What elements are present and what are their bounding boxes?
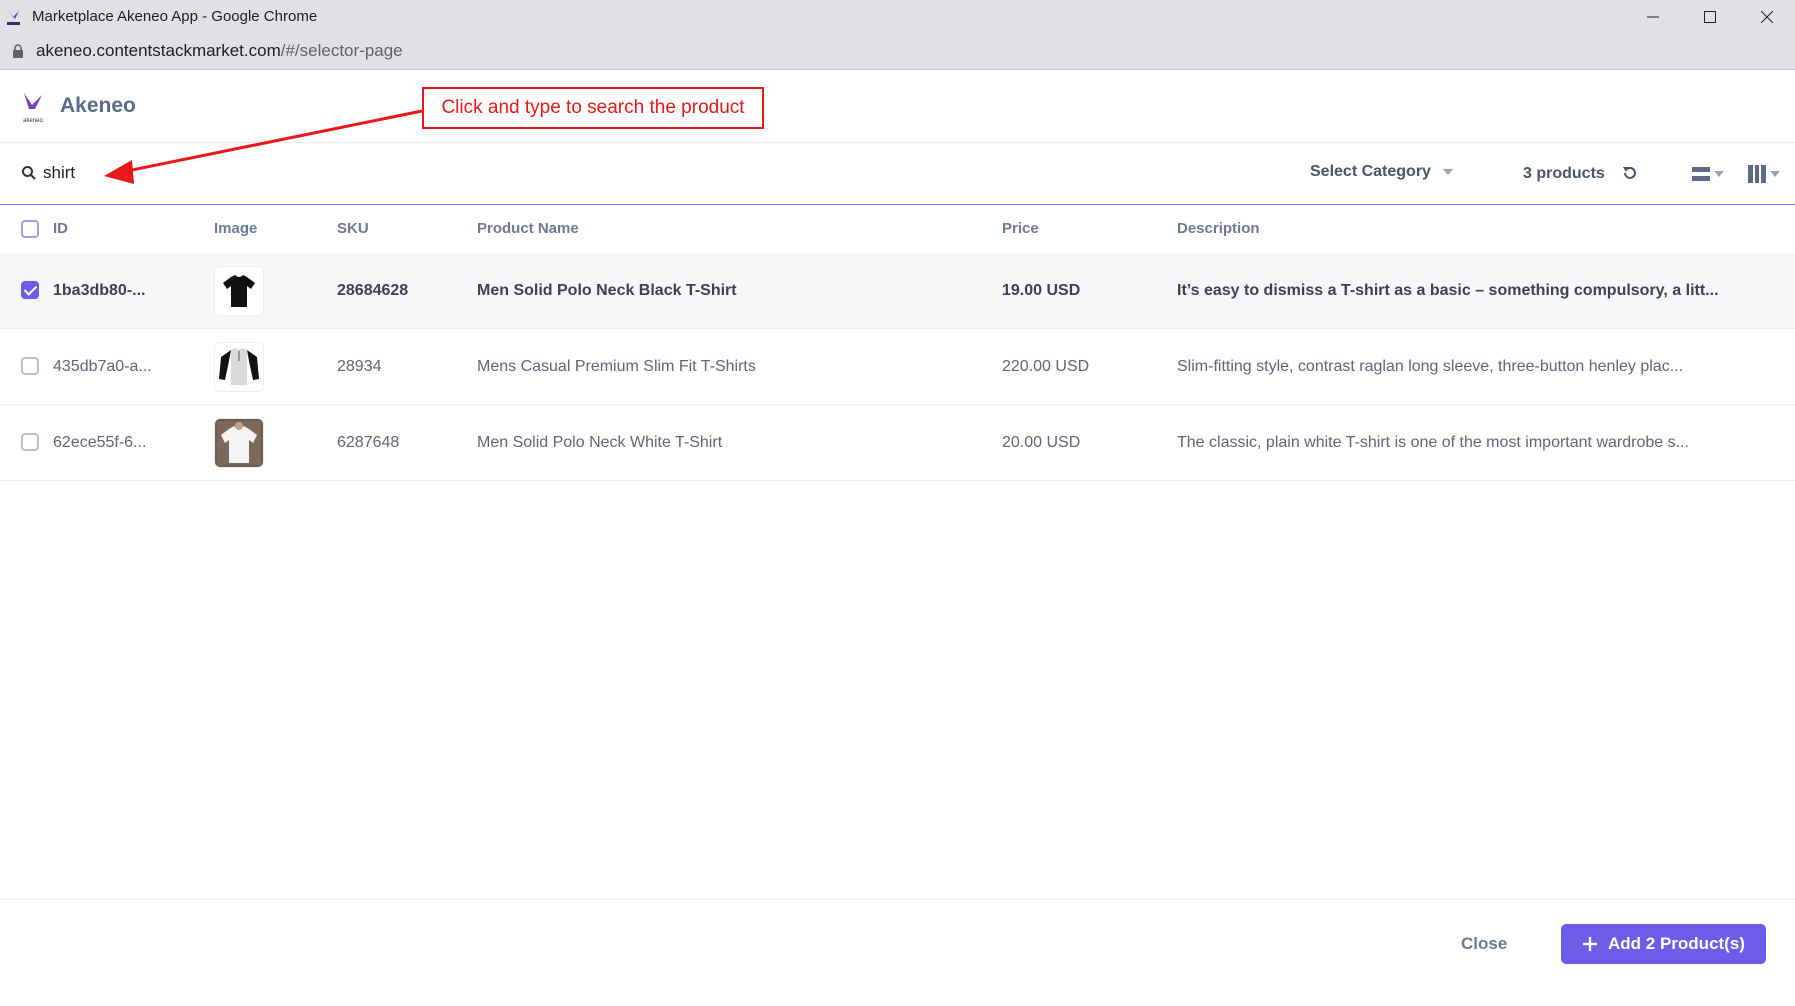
table-row[interactable]: 435db7a0-a... 28934 Mens Casual Premium … [0,329,1795,405]
dialog-footer: Close Add 2 Product(s) [0,899,1795,1006]
app-name: Akeneo [60,94,136,117]
product-count: 3 products [1523,165,1605,182]
minimize-icon [1646,16,1659,17]
row-id: 435db7a0-a... [53,357,152,375]
add-products-button[interactable]: Add 2 Product(s) [1561,924,1766,964]
row-price: 20.00 USD [1002,433,1081,451]
url-host: akeneo.contentstackmarket.com [36,41,281,60]
row-image-cell [214,253,264,328]
chevron-down-icon [1714,171,1724,177]
white-tshirt-image [217,420,261,465]
lock-icon [13,44,23,58]
column-header-product-name[interactable]: Product Name [477,220,579,237]
column-header-id[interactable]: ID [53,220,68,237]
category-select[interactable]: Select Category [1310,163,1453,181]
maximize-icon [1703,10,1716,23]
chevron-down-icon [1770,171,1780,177]
row-image-cell [214,329,264,404]
annotation-callout: Click and type to search the product [422,87,764,129]
row-product-name: Men Solid Polo Neck Black T-Shirt [477,281,737,299]
minimize-button[interactable] [1624,0,1681,33]
product-thumbnail [214,265,264,316]
product-thumbnail [214,341,264,392]
chevron-down-icon [1442,169,1453,175]
row-description: It’s easy to dismiss a T-shirt as a basi… [1177,282,1719,299]
url-text[interactable]: akeneo.contentstackmarket.com/#/selector… [36,41,403,61]
maximize-button[interactable] [1681,0,1738,33]
density-icon [1692,167,1710,181]
row-price: 220.00 USD [1002,357,1090,375]
raglan-henley-tshirt-image [219,347,259,385]
search-icon [22,166,36,180]
products-table: ID Image SKU Product Name Price Descript… [0,205,1795,481]
column-header-image[interactable]: Image [214,220,257,237]
row-price: 19.00 USD [1002,281,1081,299]
akeneo-logo-icon [24,93,42,109]
table-row[interactable]: 1ba3db80-... 28684628 Men Solid Polo Nec… [0,253,1795,329]
row-image-cell [214,405,264,480]
column-header-price[interactable]: Price [1002,220,1039,237]
search-input[interactable] [43,161,343,185]
akeneo-logo-caption: akeneo [23,118,43,124]
row-sku: 6287648 [337,433,400,451]
row-id: 62ece55f-6... [53,433,147,451]
table-header: ID Image SKU Product Name Price Descript… [0,205,1795,253]
row-checkbox[interactable] [21,433,39,451]
columns-icon [1748,165,1766,183]
select-all-checkbox[interactable] [21,220,39,238]
akeneo-logo: akeneo [20,91,46,124]
black-tshirt-image [223,274,255,307]
row-product-name: Mens Casual Premium Slim Fit T-Shirts [477,357,756,375]
window-close-button[interactable] [1738,0,1795,33]
category-select-label: Select Category [1310,163,1431,180]
column-header-sku[interactable]: SKU [337,220,369,237]
table-row[interactable]: 62ece55f-6... 6287648 Men Solid Polo Nec… [0,405,1795,481]
address-bar[interactable]: akeneo.contentstackmarket.com/#/selector… [0,33,1795,70]
row-checkbox[interactable] [21,281,39,299]
row-checkbox[interactable] [21,357,39,375]
plus-icon [1583,937,1598,951]
app-header: akeneo Akeneo [0,70,1795,143]
url-path: /#/selector-page [280,41,403,60]
row-sku: 28934 [337,357,382,375]
add-products-label: Add 2 Product(s) [1608,934,1745,953]
row-id: 1ba3db80-... [53,281,146,299]
row-density-toggle[interactable] [1692,165,1724,183]
akeneo-app-icon [7,9,20,25]
refresh-icon[interactable] [1621,164,1639,182]
window-title: Marketplace Akeneo App - Google Chrome [32,8,318,25]
column-header-description[interactable]: Description [1177,220,1260,237]
row-product-name: Men Solid Polo Neck White T-Shirt [477,433,723,451]
close-button[interactable]: Close [1455,933,1513,955]
row-sku: 28684628 [337,281,409,299]
browser-titlebar: Marketplace Akeneo App - Google Chrome [0,0,1795,33]
column-selector-toggle[interactable] [1748,165,1780,183]
product-thumbnail [214,417,264,468]
window-controls [1624,0,1795,33]
close-icon [1760,10,1773,23]
row-description: The classic, plain white T-shirt is one … [1177,434,1689,451]
selector-toolbar: Select Category 3 products [0,143,1795,205]
row-description: Slim-fitting style, contrast raglan long… [1177,358,1684,375]
